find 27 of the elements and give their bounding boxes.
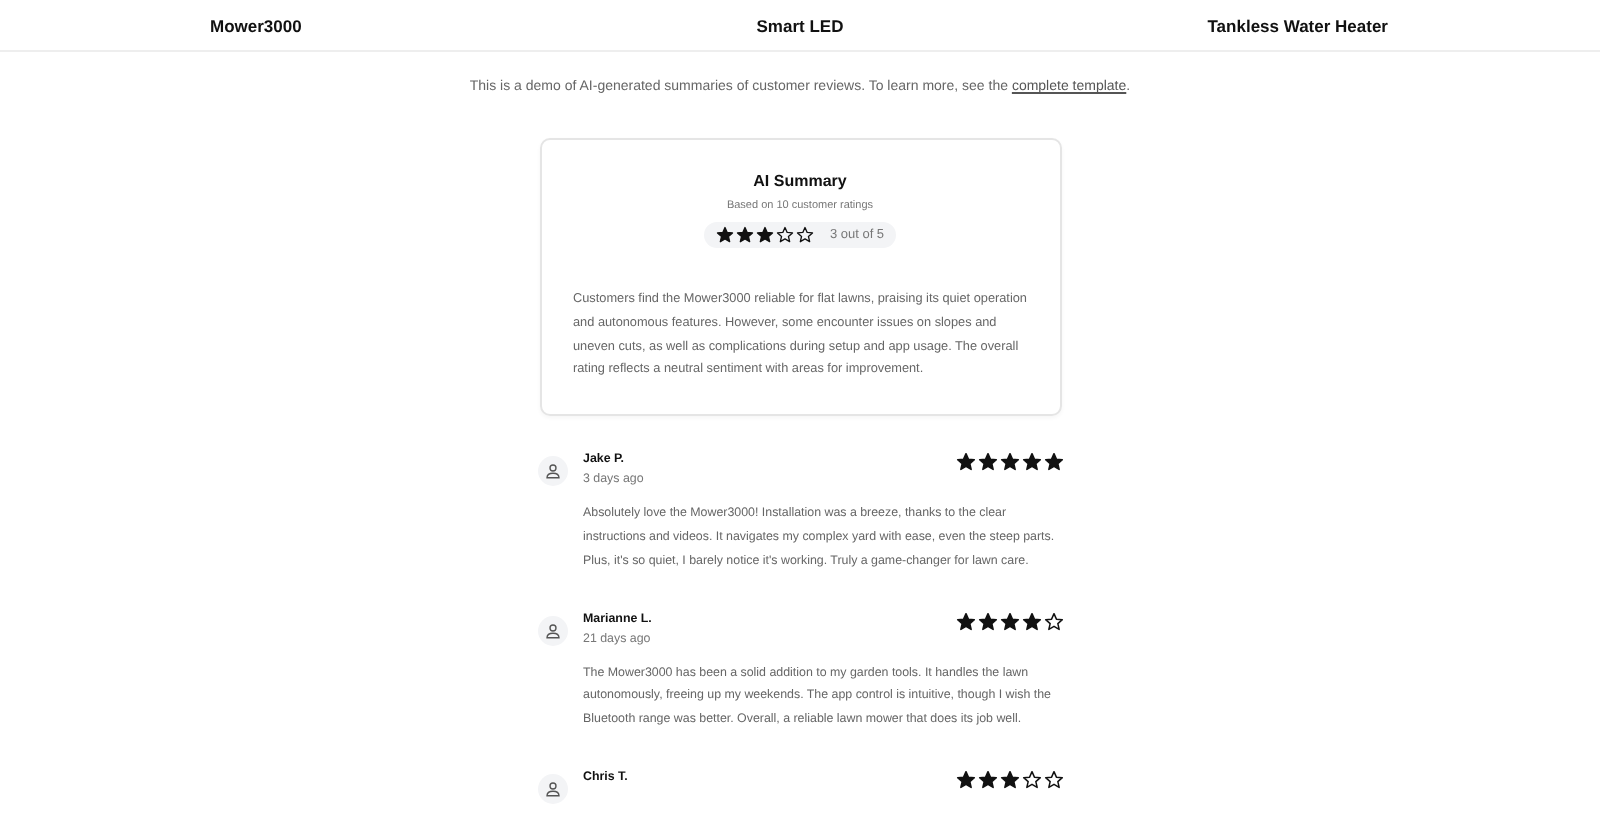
star-icon xyxy=(999,452,1019,473)
star-icon xyxy=(1043,611,1063,632)
user-avatar-icon xyxy=(537,773,567,804)
star-icon xyxy=(977,769,997,790)
nav-tab[interactable]: Smart LED xyxy=(756,15,844,35)
star-icon xyxy=(775,226,794,244)
user-avatar-icon xyxy=(537,456,567,487)
star-icon xyxy=(1021,611,1041,632)
user-avatar-icon xyxy=(537,615,567,646)
star-icon xyxy=(1021,769,1041,790)
star-icon xyxy=(1043,452,1063,473)
star-icon xyxy=(955,452,975,473)
star-icon xyxy=(1021,452,1041,473)
star-icon xyxy=(977,611,997,632)
star-icon xyxy=(795,226,814,244)
star-icon xyxy=(755,226,774,244)
star-icon xyxy=(1043,769,1063,790)
nav-tab[interactable]: Mower3000 xyxy=(210,15,302,35)
star-icon xyxy=(999,611,1019,632)
star-icon xyxy=(999,769,1019,790)
star-icon xyxy=(715,226,734,244)
star-icon xyxy=(955,769,975,790)
star-icon xyxy=(977,452,997,473)
star-icon xyxy=(735,226,754,244)
summary-title: AI Summary xyxy=(753,172,847,190)
star-icon xyxy=(955,611,975,632)
nav-tab[interactable]: Tankless Water Heater xyxy=(1207,15,1388,35)
